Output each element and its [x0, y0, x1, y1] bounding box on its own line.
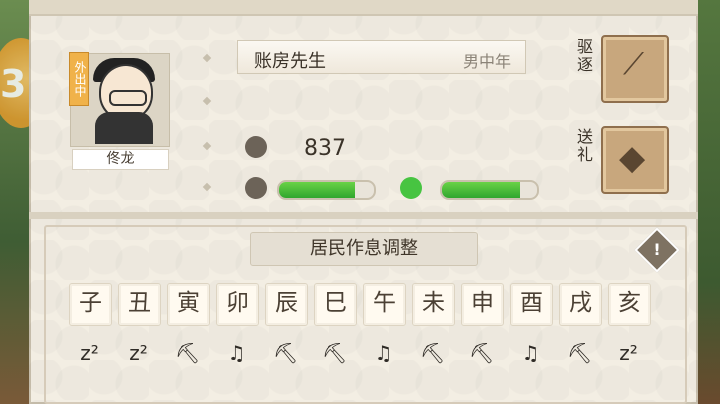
hour-cell[interactable]: 卯	[216, 283, 259, 326]
character-name: 佟龙	[72, 149, 169, 170]
broom-icon: ⟋	[623, 47, 644, 82]
gift-label: 送礼	[577, 127, 594, 164]
mood-bar	[440, 180, 539, 200]
money-icon	[245, 136, 267, 158]
pickaxe-icon: ⛏	[468, 341, 495, 365]
glasses-icon	[109, 90, 147, 106]
schedule-grid: 子 丑 寅 卯 辰 巳 午 未 申 酉 戌 亥 z² z² ⛏ ♫ ⛏ ⛏ ♫ …	[69, 283, 656, 381]
hour-cell[interactable]: 酉	[510, 283, 553, 326]
music-icon: ♫	[227, 341, 246, 365]
coin-number: 3	[0, 62, 27, 106]
exclamation-icon: !	[653, 240, 661, 259]
pickaxe-icon: ⛏	[321, 341, 348, 365]
expel-label: 驱逐	[577, 37, 594, 74]
health-icon	[245, 177, 267, 199]
gift-button[interactable]: ◆	[601, 126, 669, 194]
health-bar-fill	[279, 182, 355, 198]
hour-cell[interactable]: 亥	[608, 283, 651, 326]
hour-cell[interactable]: 未	[412, 283, 455, 326]
music-icon: ♫	[374, 341, 393, 365]
mood-icon	[400, 177, 422, 199]
pickaxe-icon: ⛏	[272, 341, 299, 365]
pickaxe-icon: ⛏	[419, 341, 446, 365]
hour-cell[interactable]: 丑	[118, 283, 161, 326]
sleep-icon: z²	[129, 341, 148, 365]
expel-button[interactable]: ⟋	[601, 35, 669, 103]
section-divider	[29, 212, 698, 219]
money-value: 837	[304, 136, 346, 161]
health-bar	[277, 180, 376, 200]
mood-bar-fill	[442, 182, 520, 198]
body-icon	[95, 112, 153, 144]
hour-cell[interactable]: 寅	[167, 283, 210, 326]
pickaxe-icon: ⛏	[566, 341, 593, 365]
music-icon: ♫	[521, 341, 540, 365]
status-badge: 外出中	[69, 52, 89, 106]
role-title: 账房先生	[254, 51, 326, 72]
hour-cell[interactable]: 子	[69, 283, 112, 326]
hour-cell[interactable]: 戌	[559, 283, 602, 326]
hour-cell[interactable]: 午	[363, 283, 406, 326]
resident-panel: 外出中 佟龙 账房先生 男中年 837 驱逐 ⟋ 送礼 ◆ 居民作息调整 ! 子…	[29, 0, 698, 404]
hour-cell[interactable]: 巳	[314, 283, 357, 326]
role-box: 账房先生 男中年	[237, 40, 526, 74]
hour-cell[interactable]: 申	[461, 283, 504, 326]
age-gender: 男中年	[462, 52, 511, 71]
pickaxe-icon: ⛏	[174, 341, 201, 365]
sleep-icon: z²	[619, 341, 638, 365]
hour-cell[interactable]: 辰	[265, 283, 308, 326]
schedule-title: 居民作息调整	[250, 232, 478, 266]
sleep-icon: z²	[80, 341, 99, 365]
panel-top-bar	[29, 0, 698, 16]
gift-bag-icon: ◆	[619, 138, 646, 178]
